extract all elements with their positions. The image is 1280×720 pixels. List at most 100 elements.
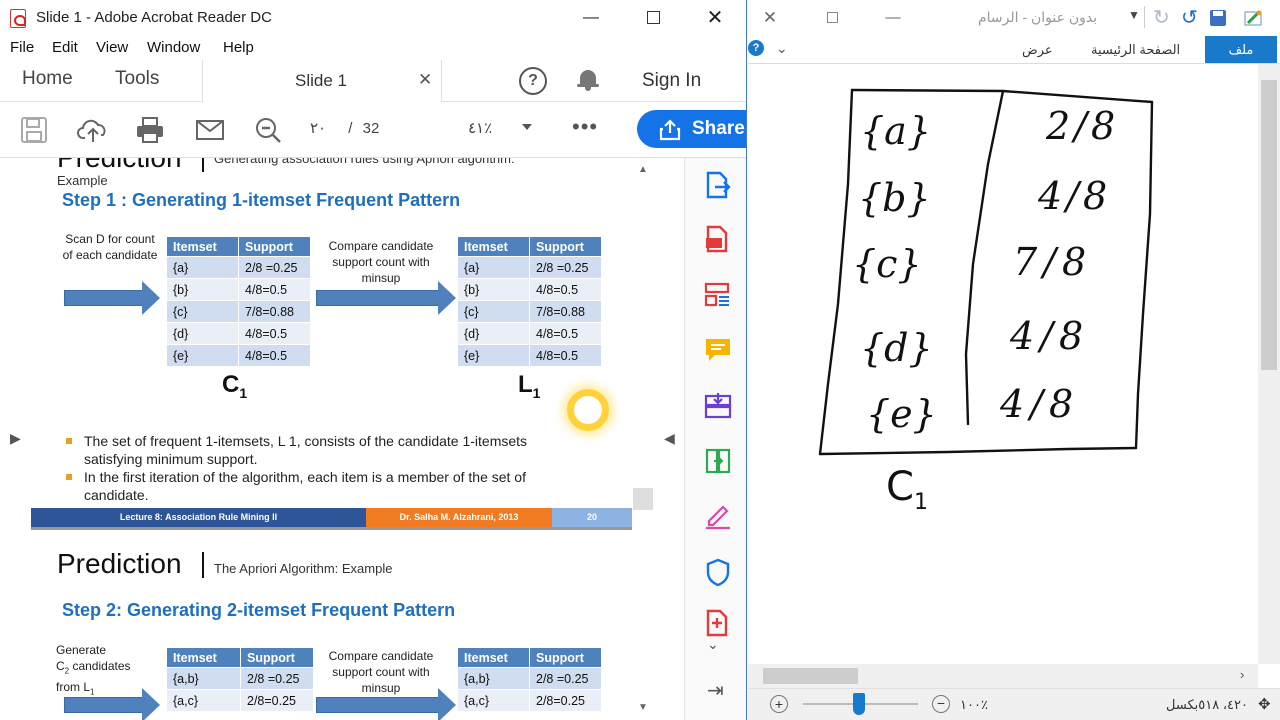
scrollbar-thumb[interactable] <box>633 488 653 510</box>
document-view[interactable]: ▶ ◀ Prediction Generating association ru… <box>0 158 684 720</box>
paint-status-bar: + − ١٠٠٪ ٤٢٠، ٥١٨بكسل ✥ <box>748 688 1280 720</box>
minimize-button[interactable]: — <box>879 6 907 30</box>
c2-header-itemset: Itemset <box>166 647 241 668</box>
save-icon[interactable] <box>1210 10 1226 26</box>
slide-footer-page: 20 <box>552 508 632 527</box>
c1-cell: 7/8=0.88 <box>238 300 311 323</box>
upload-cloud-icon[interactable] <box>77 116 107 144</box>
c2-cell: 2/8=0.25 <box>240 689 314 712</box>
maximize-button[interactable] <box>630 4 676 32</box>
l2-cell: {a,c} <box>457 689 530 712</box>
tab-tools[interactable]: Tools <box>115 68 159 90</box>
paint-canvas[interactable]: {a} {b} {c} {d} {e} 2/8 4/8 7/8 4/8 4/8 … <box>748 64 1258 664</box>
canvas-vertical-scrollbar[interactable] <box>1258 64 1280 664</box>
slide1-subheading-2: Example <box>57 173 108 188</box>
email-icon[interactable] <box>195 116 225 144</box>
c2-cell: 2/8 =0.25 <box>240 667 314 690</box>
minimize-button[interactable]: — <box>568 4 614 32</box>
cursor-coordinates: ٤٢٠، ٥١٨بكسل <box>1166 697 1248 712</box>
c1-table: Itemset Support {a} 2/8 =0.25 {b} 4/8=0.5 {… <box>166 236 311 367</box>
slide2-subheading: The Apriori Algorithm: Example <box>214 561 393 576</box>
zoom-in-icon[interactable]: + <box>770 695 788 713</box>
document-scrollbar[interactable]: ▲ ▼ <box>632 158 654 720</box>
protect-icon[interactable] <box>703 557 733 587</box>
previous-page-arrow-icon[interactable]: ▶ <box>10 430 21 447</box>
combine-files-icon[interactable] <box>703 391 733 421</box>
create-pdf-icon[interactable] <box>703 224 733 254</box>
collapse-pane-icon[interactable]: ⇥ <box>707 678 724 703</box>
acrobat-window: Slide 1 - Adobe Acrobat Reader DC — ✕ Fi… <box>0 0 747 720</box>
bullet-item: In the first iteration of the algorithm,… <box>66 468 594 504</box>
l1-label: L1 <box>518 371 541 401</box>
page-current[interactable]: ٢٠ <box>310 120 326 137</box>
l2-header-itemset: Itemset <box>457 647 530 668</box>
scrollbar-thumb[interactable] <box>763 668 858 684</box>
quick-access-dropdown-icon[interactable]: ▼ <box>1128 8 1140 22</box>
caption-compare: Compare candidate support count with min… <box>328 239 434 285</box>
scroll-down-icon[interactable]: ▼ <box>638 702 648 713</box>
acrobat-menu-bar: File Edit View Window Help <box>0 36 746 60</box>
close-tab-icon[interactable]: ✕ <box>418 70 432 90</box>
export-pdf-icon[interactable] <box>703 170 733 200</box>
more-pdf-tools-icon[interactable] <box>703 608 733 638</box>
menu-window[interactable]: Window <box>147 39 200 56</box>
compress-pdf-icon[interactable] <box>703 446 733 476</box>
scrollbar-thumb[interactable] <box>1261 80 1277 370</box>
bullet-item: The set of frequent 1-itemsets, L 1, con… <box>66 432 584 468</box>
drawn-table-divider <box>964 89 1005 426</box>
organize-pages-icon[interactable] <box>703 280 733 310</box>
menu-file[interactable]: File <box>10 39 34 56</box>
bullet-marker <box>66 438 72 444</box>
fill-sign-icon[interactable] <box>703 501 733 531</box>
drawn-item-label: {a} <box>860 109 932 153</box>
scroll-up-icon[interactable]: ▲ <box>638 164 648 175</box>
sign-in-link[interactable]: Sign In <box>642 70 701 92</box>
c1-cell: 4/8=0.5 <box>238 322 311 345</box>
tab-view[interactable]: عرض <box>1022 42 1053 58</box>
menu-edit[interactable]: Edit <box>52 39 78 56</box>
canvas-horizontal-scrollbar[interactable]: › <box>748 664 1258 688</box>
tab-home[interactable]: الصفحة الرئيسية <box>1091 42 1180 58</box>
maximize-button[interactable] <box>819 6 847 30</box>
acrobat-tab-bar: Home Tools Slide 1 ✕ ? Sign In <box>0 60 746 102</box>
zoom-slider-thumb[interactable] <box>853 693 865 715</box>
more-tools-icon[interactable]: ••• <box>572 114 598 140</box>
menu-help[interactable]: Help <box>223 39 254 56</box>
drawn-support-label: 4/8 <box>1038 174 1112 218</box>
expand-tools-chevron-icon[interactable]: ⌄ <box>707 636 719 653</box>
paint-title-bar: ✕ — بدون عنوان - الرسام ▼ ↻ ↺ <box>748 0 1280 36</box>
bell-icon[interactable] <box>577 70 599 91</box>
collapse-panel-arrow-icon[interactable]: ◀ <box>664 430 675 447</box>
tab-file[interactable]: ملف <box>1205 36 1277 63</box>
slide-footer-lecture: Lecture 8: Association Rule Mining II <box>31 508 366 527</box>
close-window-button[interactable]: ✕ <box>692 4 738 32</box>
page-navigator[interactable]: ٢٠ / 32 <box>310 119 379 137</box>
collapse-ribbon-chevron-icon[interactable]: ⌄ <box>776 40 788 57</box>
share-button[interactable]: Share <box>637 110 746 148</box>
drawn-support-label: 2/8 <box>1046 104 1120 148</box>
caption-scan: Scan D for count of each candidate <box>62 232 158 262</box>
page-separator-line <box>31 527 632 530</box>
comment-icon[interactable] <box>703 335 733 365</box>
zoom-value[interactable]: ٤١٪ <box>468 119 492 137</box>
help-icon[interactable]: ? <box>519 67 547 95</box>
save-icon[interactable] <box>20 116 50 144</box>
c2-table: Itemset Support {a,b} 2/8 =0.25 {a,c} 2/8=0… <box>166 647 314 712</box>
l1-cell: {a} <box>457 256 530 279</box>
help-icon[interactable]: ? <box>748 40 764 56</box>
undo-icon[interactable]: ↺ <box>1181 5 1198 30</box>
menu-view[interactable]: View <box>96 39 128 56</box>
c1-cell: {d} <box>166 322 239 345</box>
zoom-dropdown-icon[interactable] <box>522 124 532 130</box>
cursor-highlight <box>567 389 609 431</box>
redo-icon[interactable]: ↻ <box>1153 5 1170 30</box>
scroll-right-icon[interactable]: › <box>1240 667 1244 682</box>
l1-header-itemset: Itemset <box>457 236 530 257</box>
close-window-button[interactable]: ✕ <box>756 6 784 30</box>
zoom-out-icon[interactable] <box>254 116 284 144</box>
print-icon[interactable] <box>135 116 165 144</box>
tab-home[interactable]: Home <box>22 68 73 90</box>
c1-header-support: Support <box>238 236 311 257</box>
tab-document[interactable]: Slide 1 ✕ <box>202 60 442 102</box>
zoom-out-icon[interactable]: − <box>932 695 950 713</box>
